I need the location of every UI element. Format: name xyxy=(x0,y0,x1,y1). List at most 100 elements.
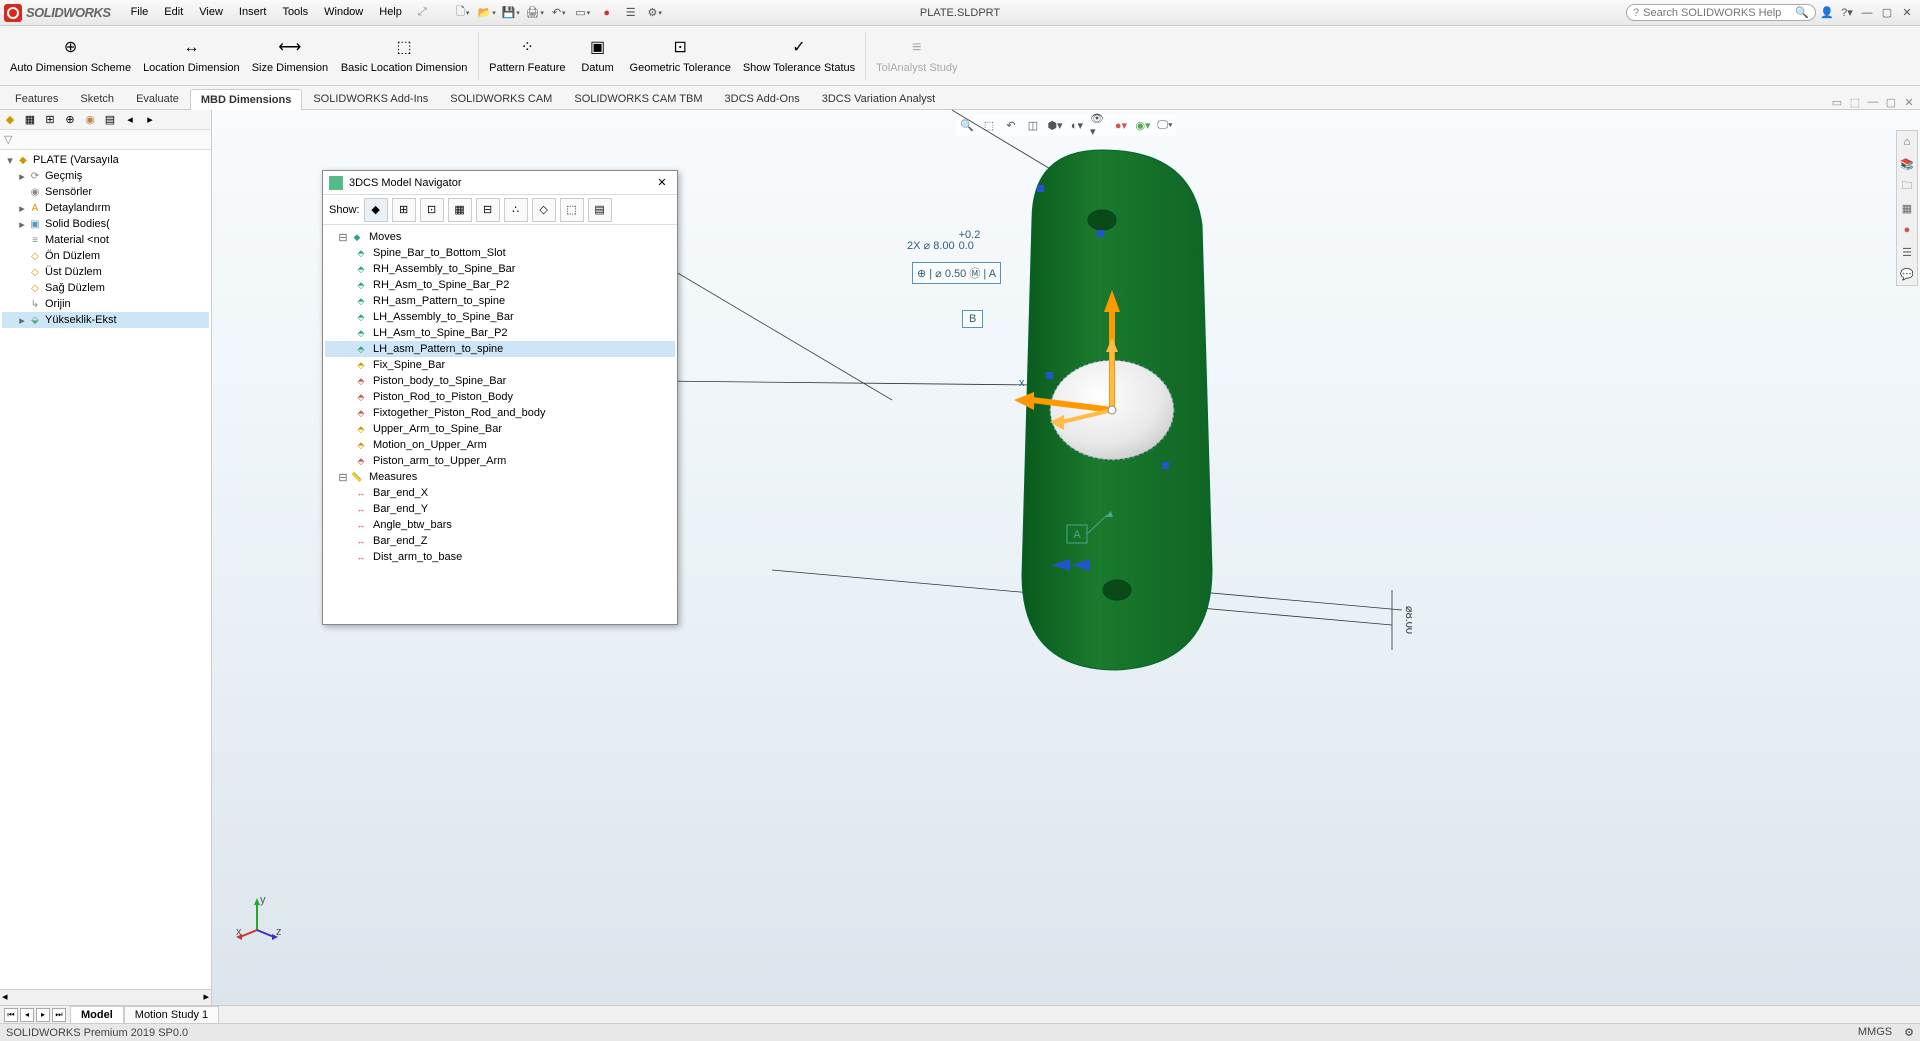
show-tolerance-status-button[interactable]: ✓ Show Tolerance Status xyxy=(737,28,861,84)
feat-tab3-icon[interactable]: ⊞ xyxy=(40,111,60,129)
tab-features[interactable]: Features xyxy=(4,88,69,109)
viewport-single-icon[interactable]: ▭ xyxy=(1830,95,1844,109)
feat-nav-right-icon[interactable]: ▸ xyxy=(140,111,160,129)
location-dimension-button[interactable]: ↔ Location Dimension xyxy=(137,28,246,84)
feat-tab1-icon[interactable]: ◆ xyxy=(0,111,20,129)
options-icon[interactable]: ☰ xyxy=(623,5,639,21)
nav-move-item[interactable]: ⬘Fix_Spine_Bar xyxy=(325,357,675,373)
tree-root[interactable]: ▾ ◆ PLATE (Varsayıla xyxy=(2,152,209,168)
doc-close-icon[interactable]: ✕ xyxy=(1902,95,1916,109)
tree-item-sensors[interactable]: ◉ Sensörler xyxy=(2,184,209,200)
menu-edit[interactable]: Edit xyxy=(156,3,191,22)
tree-item-top-plane[interactable]: ◇ Üst Düzlem xyxy=(2,264,209,280)
nav-move-item[interactable]: ⬘Motion_on_Upper_Arm xyxy=(325,437,675,453)
panel-bottom-scroll[interactable]: ◂ ▸ xyxy=(0,989,211,1005)
datum-b-flag[interactable]: B xyxy=(962,310,983,328)
expand-icon[interactable]: ▸ xyxy=(16,202,28,215)
forum-icon[interactable]: 💬 xyxy=(1897,263,1917,285)
menu-pin-icon[interactable]: ⤢ xyxy=(410,3,435,22)
tab-solidworks-addins[interactable]: SOLIDWORKS Add-Ins xyxy=(302,88,439,109)
collapse-icon[interactable]: ⊟ xyxy=(337,471,349,484)
tree-item-right-plane[interactable]: ◇ Sağ Düzlem xyxy=(2,280,209,296)
open-icon[interactable]: 📂▾ xyxy=(479,5,495,21)
nav-move-item[interactable]: ⬘RH_Assembly_to_Spine_Bar xyxy=(325,261,675,277)
nav-group-moves[interactable]: ⊟ ◆ Moves xyxy=(325,229,675,245)
size-dimension-button[interactable]: ⟷ Size Dimension xyxy=(246,28,334,84)
navigator-titlebar[interactable]: 3DCS Model Navigator ✕ xyxy=(323,171,677,195)
search-icon[interactable]: 🔍 xyxy=(1795,6,1809,19)
menu-file[interactable]: File xyxy=(123,3,157,22)
nav-move-item[interactable]: ⬘Fixtogether_Piston_Rod_and_body xyxy=(325,405,675,421)
menu-view[interactable]: View xyxy=(191,3,231,22)
expand-icon[interactable]: ▸ xyxy=(16,218,28,231)
close-icon[interactable]: ✕ xyxy=(1898,5,1916,21)
feat-tab2-icon[interactable]: ▦ xyxy=(20,111,40,129)
feat-tab4-icon[interactable]: ⊕ xyxy=(60,111,80,129)
feat-tab6-icon[interactable]: ▤ xyxy=(100,111,120,129)
nav-filter1-icon[interactable]: ◆ xyxy=(364,198,388,222)
select-icon[interactable]: ▭▾ xyxy=(575,5,591,21)
nav-group-measures[interactable]: ⊟ 📏 Measures xyxy=(325,469,675,485)
auto-dimension-scheme-button[interactable]: ⊕ Auto Dimension Scheme xyxy=(4,28,137,84)
3dcs-model-navigator-window[interactable]: 3DCS Model Navigator ✕ Show: ◆ ⊞ ⊡ ▦ ⊟ ∴… xyxy=(322,170,678,625)
maximize-icon[interactable]: ▢ xyxy=(1878,5,1896,21)
nav-move-item[interactable]: ⬘RH_Asm_to_Spine_Bar_P2 xyxy=(325,277,675,293)
vcr-back-icon[interactable]: ◂ xyxy=(20,1008,34,1022)
save-icon[interactable]: 💾▾ xyxy=(503,5,519,21)
tree-item-origin[interactable]: ↳ Orijin xyxy=(2,296,209,312)
design-library-icon[interactable]: 📚 xyxy=(1897,153,1917,175)
basic-location-dimension-button[interactable]: ⬚ Basic Location Dimension xyxy=(334,28,474,84)
nav-move-item[interactable]: ⬘Piston_body_to_Spine_Bar xyxy=(325,373,675,389)
resources-icon[interactable]: ⌂ xyxy=(1897,131,1917,153)
scroll-right-icon[interactable]: ▸ xyxy=(203,990,209,1005)
tab-3dcs-addons[interactable]: 3DCS Add-Ons xyxy=(714,88,811,109)
file-explorer-icon[interactable]: 🗀 xyxy=(1897,175,1917,197)
tree-item-material[interactable]: ≡ Material <not xyxy=(2,232,209,248)
expand-icon[interactable]: ▾ xyxy=(4,154,16,167)
tab-mbd-dimensions[interactable]: MBD Dimensions xyxy=(190,89,302,110)
vcr-start-icon[interactable]: ⏮ xyxy=(4,1008,18,1022)
vcr-end-icon[interactable]: ⏭ xyxy=(52,1008,66,1022)
feat-tab5-icon[interactable]: ◉ xyxy=(80,111,100,129)
view-palette-icon[interactable]: ▦ xyxy=(1897,197,1917,219)
menu-help[interactable]: Help xyxy=(371,3,410,22)
filter-icon[interactable]: ▽ xyxy=(4,133,12,146)
pattern-feature-button[interactable]: ⁘ Pattern Feature xyxy=(483,28,571,84)
tab-solidworks-cam[interactable]: SOLIDWORKS CAM xyxy=(439,88,563,109)
expand-icon[interactable]: ▸ xyxy=(16,170,28,183)
viewport-link-icon[interactable]: ⬚ xyxy=(1848,95,1862,109)
bottom-tab-model[interactable]: Model xyxy=(70,1006,124,1024)
custom-props-icon[interactable]: ☰ xyxy=(1897,241,1917,263)
menu-tools[interactable]: Tools xyxy=(274,3,316,22)
nav-move-item[interactable]: ⬘Piston_arm_to_Upper_Arm xyxy=(325,453,675,469)
settings-icon[interactable]: ⚙▾ xyxy=(647,5,663,21)
feat-nav-left-icon[interactable]: ◂ xyxy=(120,111,140,129)
status-gear-icon[interactable]: ⚙ xyxy=(1904,1026,1914,1039)
nav-measure-item[interactable]: ↔Bar_end_Z xyxy=(325,533,675,549)
nav-move-item[interactable]: ⬘LH_Asm_to_Spine_Bar_P2 xyxy=(325,325,675,341)
menu-insert[interactable]: Insert xyxy=(231,3,275,22)
collapse-icon[interactable]: ⊟ xyxy=(337,231,349,244)
tree-item-boss-extrude[interactable]: ▸ ⬙ Yükseklik-Ekst xyxy=(2,312,209,328)
tree-item-solid-bodies[interactable]: ▸ ▣ Solid Bodies( xyxy=(2,216,209,232)
status-units[interactable]: MMGS xyxy=(1858,1026,1892,1039)
help-search[interactable]: ? 🔍 xyxy=(1626,4,1816,21)
user-icon[interactable]: 👤 xyxy=(1818,5,1836,21)
appearances-icon[interactable]: ● xyxy=(1897,219,1917,241)
tree-item-front-plane[interactable]: ◇ Ön Düzlem xyxy=(2,248,209,264)
nav-filter7-icon[interactable]: ◇ xyxy=(532,198,556,222)
hole-gdt-frame[interactable]: ⊕ | ⌀ 0.50 Ⓜ | A xyxy=(912,262,1001,284)
new-icon[interactable]: 🗋▾ xyxy=(455,5,471,21)
navigator-close-icon[interactable]: ✕ xyxy=(653,174,671,192)
nav-measure-item[interactable]: ↔Bar_end_Y xyxy=(325,501,675,517)
help-dropdown-icon[interactable]: ?▾ xyxy=(1838,5,1856,21)
tab-evaluate[interactable]: Evaluate xyxy=(125,88,190,109)
doc-minimize-icon[interactable]: — xyxy=(1866,95,1880,109)
nav-move-item[interactable]: ⬘Upper_Arm_to_Spine_Bar xyxy=(325,421,675,437)
navigator-tree[interactable]: ⊟ ◆ Moves ⬘Spine_Bar_to_Bottom_Slot⬘RH_A… xyxy=(323,225,677,624)
vcr-fwd-icon[interactable]: ▸ xyxy=(36,1008,50,1022)
doc-maximize-icon[interactable]: ▢ xyxy=(1884,95,1898,109)
nav-filter8-icon[interactable]: ⬚ xyxy=(560,198,584,222)
nav-measure-item[interactable]: ↔Dist_arm_to_base xyxy=(325,549,675,565)
datum-button[interactable]: ▣ Datum xyxy=(572,28,624,84)
